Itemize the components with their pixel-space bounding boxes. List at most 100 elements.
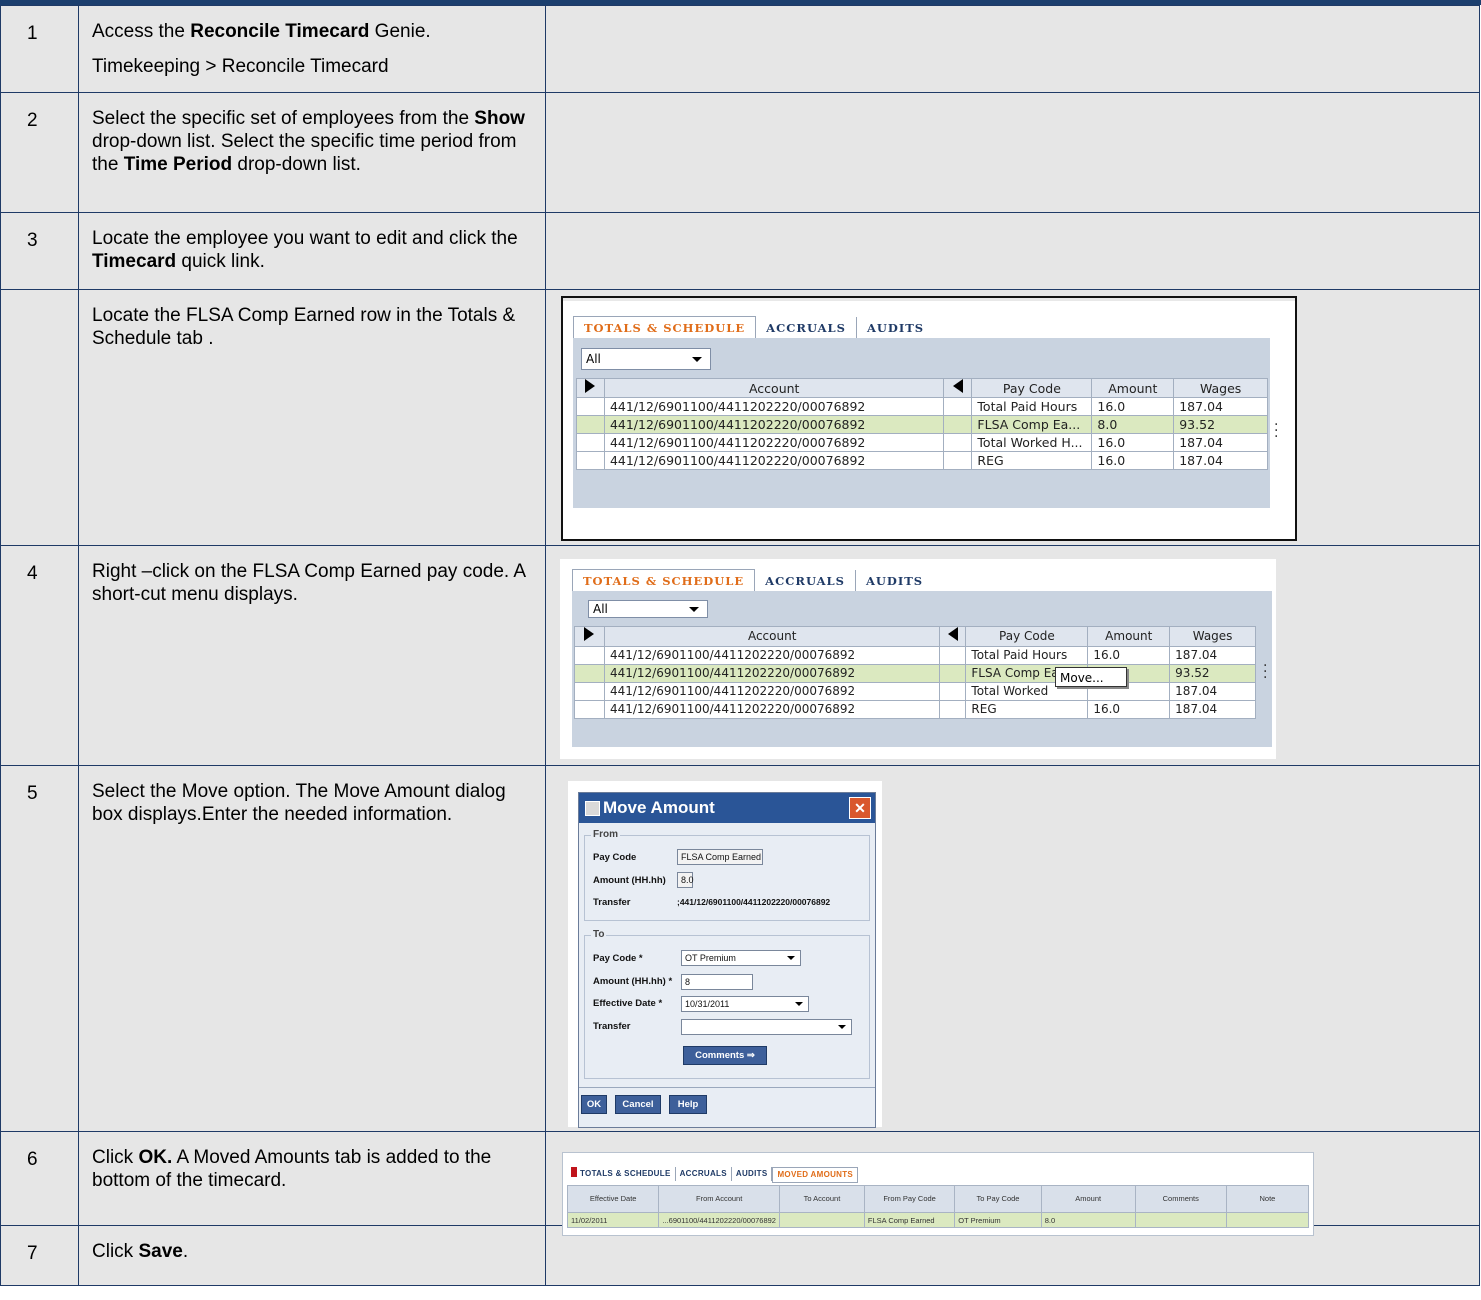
timecard-tabs: TOTALS & SCHEDULE ACCRUALS AUDITS xyxy=(572,569,933,592)
effective-date-select[interactable]: 10/31/2011 xyxy=(681,996,809,1012)
ok-button[interactable]: OK xyxy=(581,1095,607,1114)
triangle-right-icon xyxy=(585,379,596,393)
tab-audits[interactable]: AUDITS xyxy=(856,570,933,592)
step-row-1: 1 Access the Reconcile Timecard Genie. T… xyxy=(0,5,1480,93)
filter-select[interactable]: All xyxy=(581,348,711,370)
to-transfer-label: Transfer xyxy=(593,1021,631,1032)
step-image-cell xyxy=(545,92,1480,213)
step-text: Click Save. xyxy=(78,1225,546,1286)
help-button[interactable]: Help xyxy=(669,1095,707,1114)
col-note[interactable]: Note xyxy=(1225,1185,1310,1213)
triangle-left-icon xyxy=(952,379,963,393)
tab-moved-amounts[interactable]: MOVED AMOUNTS xyxy=(772,1167,859,1183)
table-row-selected[interactable]: 441/12/6901100/4411202220/00076892 FLSA C… xyxy=(576,415,1268,434)
move-amount-dialog: Move Amount ✕ From Pay Code FLSA Comp Ea… xyxy=(578,792,876,1128)
to-date-label: Effective Date * xyxy=(593,998,663,1009)
chevron-down-icon xyxy=(838,1025,846,1029)
step-image-cell xyxy=(545,212,1480,290)
table-row[interactable]: 11/02/2011 ...6901100/4411202220/00076892… xyxy=(566,1212,1310,1228)
table-row[interactable]: 441/12/6901100/4411202220/00076892 REG 16.… xyxy=(574,700,1256,719)
tab-accruals[interactable]: ACCRUALS xyxy=(676,1167,732,1181)
totals-schedule-screenshot: TOTALS & SCHEDULE ACCRUALS AUDITS All Ac… xyxy=(561,296,1297,541)
triangle-left-icon xyxy=(947,627,958,641)
to-transfer-select[interactable] xyxy=(681,1019,852,1035)
from-paycode-field: FLSA Comp Earned xyxy=(677,849,763,865)
from-transfer-value: ;441/12/6901100/4411202220/00076892 xyxy=(677,897,831,907)
col-to-account[interactable]: To Account xyxy=(778,1185,865,1213)
triangle-right-icon xyxy=(584,627,595,641)
timecard-tabs: TOTALS & SCHEDULE ACCRUALS AUDITS MOVED … xyxy=(567,1167,859,1183)
col-account[interactable]: Account xyxy=(603,626,941,647)
tab-accruals[interactable]: ACCRUALS xyxy=(755,570,856,592)
table-row[interactable]: 441/12/6901100/4411202220/00076892 Total … xyxy=(576,433,1268,452)
cancel-button[interactable]: Cancel xyxy=(615,1095,661,1114)
col-amount[interactable]: Amount xyxy=(1087,626,1171,647)
totals-grid: Account Pay Code Amount Wages 441/12/690… xyxy=(574,626,1256,719)
table-row[interactable]: 441/12/6901100/4411202220/00076892 Total … xyxy=(574,682,1256,701)
col-from-account[interactable]: From Account xyxy=(658,1185,780,1213)
dialog-title: Move Amount xyxy=(603,798,715,817)
table-row[interactable]: 441/12/6901100/4411202220/00076892 Total … xyxy=(576,397,1268,416)
context-menu-move[interactable]: Move... xyxy=(1055,667,1127,687)
comments-button[interactable]: Comments ⇒ xyxy=(683,1046,767,1065)
col-amount[interactable]: Amount xyxy=(1040,1185,1136,1213)
from-legend: From xyxy=(591,829,620,840)
col-wages[interactable]: Wages xyxy=(1169,626,1256,647)
filter-select[interactable]: All xyxy=(588,600,708,618)
col-pay-code[interactable]: Pay Code xyxy=(971,378,1093,398)
splitter-handle[interactable]: ... xyxy=(1263,655,1267,681)
col-from-pay-code[interactable]: From Pay Code xyxy=(863,1185,956,1213)
tab-totals-schedule[interactable]: TOTALS & SCHEDULE xyxy=(573,316,757,339)
expand-column-button[interactable] xyxy=(576,378,605,398)
to-paycode-select[interactable]: OT Premium xyxy=(681,950,801,966)
col-effective-date[interactable]: Effective Date xyxy=(566,1185,660,1213)
to-amount-input[interactable]: 8 xyxy=(681,974,753,990)
app-icon xyxy=(585,801,600,816)
chevron-down-icon xyxy=(795,1002,803,1006)
close-icon[interactable]: ✕ xyxy=(849,797,871,819)
to-paycode-label: Pay Code * xyxy=(593,953,643,964)
col-comments[interactable]: Comments xyxy=(1134,1185,1227,1213)
dialog-title-bar: Move Amount ✕ xyxy=(579,793,875,823)
from-amount-field: 8.0 xyxy=(677,872,694,888)
tab-accruals[interactable]: ACCRUALS xyxy=(756,317,857,339)
step-text: Select the Move option. The Move Amount … xyxy=(78,765,546,1132)
splitter-handle[interactable]: ... xyxy=(1274,414,1278,440)
step-number xyxy=(0,289,79,546)
timecard-tabs: TOTALS & SCHEDULE ACCRUALS AUDITS xyxy=(573,316,934,339)
step-number: 6 xyxy=(0,1131,79,1226)
tab-audits[interactable]: AUDITS xyxy=(857,317,934,339)
table-row[interactable]: 441/12/6901100/4411202220/00076892 Total … xyxy=(574,646,1256,665)
step-text: Locate the FLSA Comp Earned row in the T… xyxy=(78,289,546,546)
tab-audits[interactable]: AUDITS xyxy=(732,1167,773,1181)
step-number: 5 xyxy=(0,765,79,1132)
step-row-2: 2 Select the specific set of employees f… xyxy=(0,92,1480,213)
table-row-selected[interactable]: 441/12/6901100/4411202220/00076892 FLSA C… xyxy=(574,664,1256,683)
step-text: Right –click on the FLSA Comp Earned pay… xyxy=(78,545,546,766)
table-row[interactable]: 441/12/6901100/4411202220/00076892 REG 16.… xyxy=(576,451,1268,470)
collapse-column-button[interactable] xyxy=(943,378,973,398)
col-to-pay-code[interactable]: To Pay Code xyxy=(954,1185,1042,1213)
step-text: Select the specific set of employees fro… xyxy=(78,92,546,213)
col-account[interactable]: Account xyxy=(603,378,945,398)
tab-totals-schedule[interactable]: TOTALS & SCHEDULE xyxy=(572,569,756,592)
step-text: Access the Reconcile Timecard Genie. Tim… xyxy=(78,5,546,93)
navigation-path: Timekeeping > Reconcile Timecard xyxy=(92,56,389,77)
from-transfer-label: Transfer xyxy=(593,897,631,908)
col-pay-code[interactable]: Pay Code xyxy=(965,626,1089,647)
step-number: 2 xyxy=(0,92,79,213)
chevron-down-icon xyxy=(787,956,795,960)
col-wages[interactable]: Wages xyxy=(1173,378,1268,398)
tab-totals-schedule[interactable]: TOTALS & SCHEDULE xyxy=(567,1167,676,1181)
step-number: 1 xyxy=(0,5,79,93)
to-legend: To xyxy=(591,929,607,940)
totals-grid: Account Pay Code Amount Wages 441/12/690… xyxy=(576,378,1268,470)
from-paycode-label: Pay Code xyxy=(593,852,637,863)
expand-column-button[interactable] xyxy=(574,626,605,647)
flag-icon xyxy=(571,1167,577,1177)
collapse-column-button[interactable] xyxy=(939,626,967,647)
step-number: 3 xyxy=(0,212,79,290)
step-text: Locate the employee you want to edit and… xyxy=(78,212,546,290)
col-amount[interactable]: Amount xyxy=(1091,378,1175,398)
from-amount-label: Amount (HH.hh) xyxy=(593,875,666,886)
